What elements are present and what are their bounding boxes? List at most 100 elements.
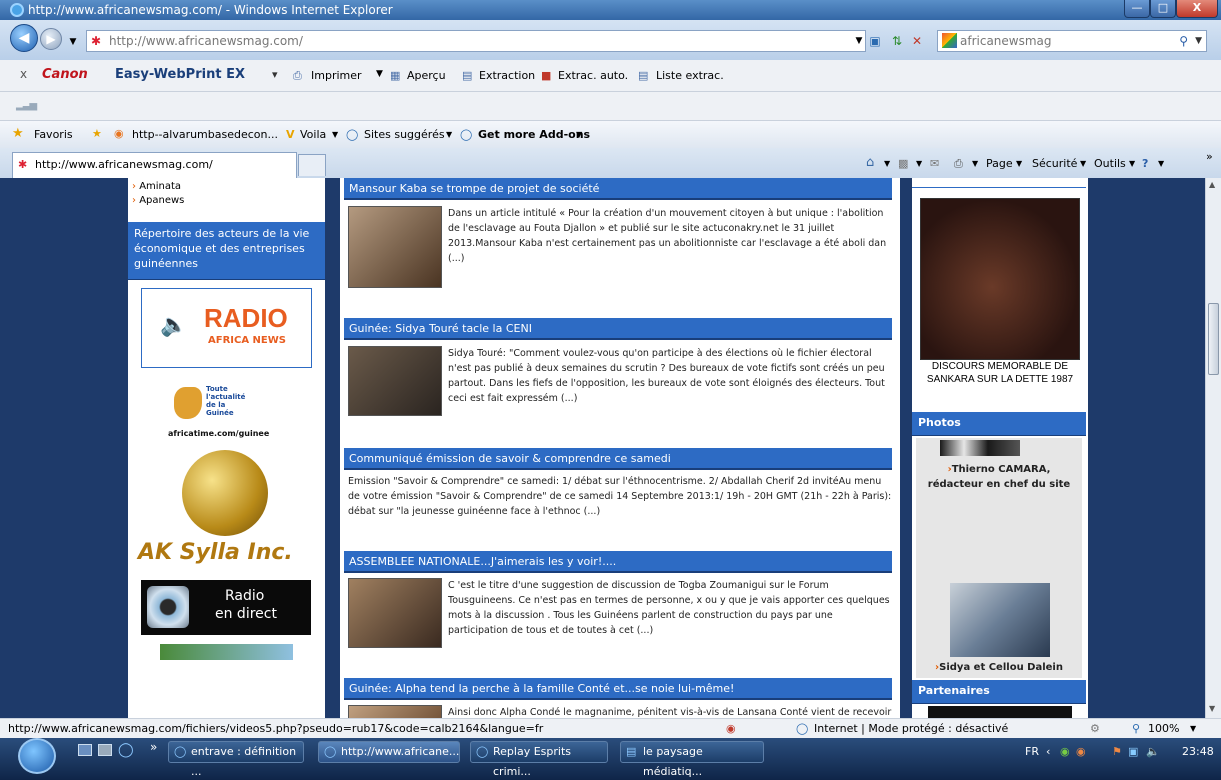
refresh-icon[interactable]: ⇅ xyxy=(888,32,906,50)
tools-menu[interactable]: Outils xyxy=(1094,157,1126,170)
sidebar-link-apanews[interactable]: › Apanews xyxy=(132,194,184,208)
scroll-up-icon[interactable]: ▲ xyxy=(1209,180,1215,189)
search-dropdown-icon[interactable]: ▼ xyxy=(1195,31,1202,51)
tools-dropdown-icon[interactable]: ▼ xyxy=(1129,159,1135,168)
close-toolbar-button[interactable]: x xyxy=(20,67,27,81)
page-dropdown-icon[interactable]: ▼ xyxy=(1016,159,1022,168)
addons-dropdown-icon[interactable]: ▼ xyxy=(576,130,582,139)
help-dropdown-icon[interactable]: ▼ xyxy=(1158,159,1164,168)
maximize-button[interactable]: □ xyxy=(1150,0,1176,18)
chevron-down-icon[interactable]: ▾ xyxy=(272,68,278,81)
article-thumbnail[interactable] xyxy=(348,206,442,288)
recent-pages-dropdown-icon[interactable]: ▼ xyxy=(64,33,82,51)
extraction-button[interactable]: Extraction xyxy=(479,69,535,82)
favorites-star-icon[interactable]: ★ xyxy=(12,126,24,141)
radio-direct-banner[interactable]: Radio en direct xyxy=(141,580,311,635)
article-thumbnail[interactable] xyxy=(348,346,442,416)
article-title-communique[interactable]: Communiqué émission de savoir & comprend… xyxy=(344,448,892,470)
article-title-alpha-conte[interactable]: Guinée: Alpha tend la perche à la famill… xyxy=(344,678,892,700)
tab-africanewsmag[interactable]: ✱ http://www.africanewsmag.com/ xyxy=(12,152,297,178)
partner-banner[interactable] xyxy=(928,706,1072,718)
new-tab-button[interactable] xyxy=(298,154,326,176)
print-dropdown-icon[interactable]: ▼ xyxy=(376,69,383,79)
help-icon[interactable]: ? xyxy=(1142,157,1148,170)
ak-sylla-banner[interactable]: AK Sylla Inc. xyxy=(138,540,293,565)
speaker-icon: 🔈 xyxy=(160,313,188,338)
repertoire-link[interactable]: Répertoire des acteurs de la vie économi… xyxy=(128,222,325,280)
photo1-caption[interactable]: ›Thierno CAMARA, rédacteur en chef du si… xyxy=(920,462,1078,492)
page-menu[interactable]: Page xyxy=(986,157,1013,170)
easy-webprint-menu[interactable]: Easy-WebPrint EX xyxy=(115,67,245,82)
security-dropdown-icon[interactable]: ▼ xyxy=(1080,159,1086,168)
photo2-caption[interactable]: ›Sidya et Cellou Dalein xyxy=(916,662,1082,673)
taskbar-item-entrave[interactable]: ◯ entrave : définition ... xyxy=(168,741,304,778)
preview-button[interactable]: Aperçu xyxy=(407,69,446,82)
favorites-button[interactable]: Favoris xyxy=(34,128,73,141)
print-icon[interactable]: ⎙ xyxy=(954,157,963,171)
print-dropdown-icon-cmd[interactable]: ▼ xyxy=(972,159,978,168)
zoom-level[interactable]: 100% xyxy=(1148,722,1179,735)
search-input[interactable]: africanewsmag ⚲ ▼ xyxy=(937,30,1207,52)
feeds-dropdown-icon[interactable]: ▼ xyxy=(916,159,922,168)
article-title-assemblee-nationale[interactable]: ASSEMBLEE NATIONALE...J'aimerais les y v… xyxy=(344,551,892,573)
more-tools-chevron-icon[interactable]: » xyxy=(1206,150,1213,163)
switch-windows-icon[interactable] xyxy=(98,744,112,756)
get-addons-link[interactable]: Get more Add-ons xyxy=(478,128,590,141)
search-icon[interactable]: ⚲ xyxy=(1179,31,1188,51)
suggested-dropdown-icon[interactable]: ▼ xyxy=(446,130,452,139)
extraction-list-button[interactable]: Liste extrac. xyxy=(656,69,724,82)
auto-extraction-button[interactable]: Extrac. auto. xyxy=(558,69,628,82)
add-favorite-icon[interactable]: ★ xyxy=(92,127,102,140)
scroll-down-icon[interactable]: ▼ xyxy=(1209,704,1215,713)
stop-icon[interactable]: ✕ xyxy=(908,32,926,50)
back-button[interactable]: ◀ xyxy=(10,24,38,52)
sankara-video-thumbnail[interactable] xyxy=(920,198,1080,360)
vertical-scrollbar[interactable]: ▲ ▼ xyxy=(1205,178,1221,718)
security-zone-label[interactable]: Internet | Mode protégé : désactivé xyxy=(814,722,1008,735)
clock[interactable]: 23:48 xyxy=(1182,745,1214,758)
radio-africa-news-banner[interactable]: 🔈 RADIO AFRICA NEWS xyxy=(141,288,312,368)
minimize-button[interactable]: — xyxy=(1124,0,1150,18)
home-dropdown-icon[interactable]: ▼ xyxy=(884,159,890,168)
article-title-mansour-kaba[interactable]: Mansour Kaba se trompe de projet de soci… xyxy=(344,178,892,200)
address-bar[interactable]: ✱ http://www.africanewsmag.com/ xyxy=(86,30,866,52)
taskbar-item-paysage[interactable]: ▤ le paysage médiatiq... xyxy=(620,741,764,778)
security-menu[interactable]: Sécurité xyxy=(1032,157,1077,170)
home-icon[interactable]: ⌂ xyxy=(866,155,874,170)
taskbar-item-africanewsmag[interactable]: ◯ http://www.africane... xyxy=(318,741,460,763)
start-button[interactable] xyxy=(18,738,56,774)
tray-app2-icon[interactable]: ◉ xyxy=(1076,745,1086,758)
show-desktop-icon[interactable] xyxy=(78,744,92,756)
africatime-banner[interactable]: Toute l'actualité de la Guinée africatime.c… xyxy=(168,383,288,443)
voila-dropdown-icon[interactable]: ▼ xyxy=(332,130,338,139)
sidebar-link-aminata[interactable]: › Aminata xyxy=(132,180,184,194)
mail-icon[interactable]: ✉ xyxy=(930,157,939,170)
scrollbar-thumb[interactable] xyxy=(1208,303,1219,375)
zoom-dropdown-icon[interactable]: ▼ xyxy=(1190,724,1196,733)
voila-link[interactable]: Voila xyxy=(300,128,326,141)
tray-flag-icon[interactable]: ⚑ xyxy=(1112,745,1122,758)
article-thumbnail[interactable] xyxy=(348,578,442,648)
suggested-sites-link[interactable]: Sites suggérés xyxy=(364,128,445,141)
sankara-caption[interactable]: DISCOURS MEMORABLE DE SANKARA SUR LA DET… xyxy=(918,360,1082,386)
tray-app-icon[interactable]: ◉ xyxy=(1060,745,1070,758)
article-title-sidya-toure[interactable]: Guinée: Sidya Touré tacle la CENI xyxy=(344,318,892,340)
close-button[interactable]: X xyxy=(1176,0,1218,18)
status-settings-icon[interactable]: ⚙ xyxy=(1090,722,1100,735)
article-thumbnail[interactable] xyxy=(348,705,442,718)
network-icon[interactable]: ▣ xyxy=(1128,745,1138,758)
forward-button[interactable]: ▶ xyxy=(40,28,62,50)
volume-icon[interactable]: 🔈 xyxy=(1146,745,1160,758)
language-indicator[interactable]: FR xyxy=(1025,745,1039,758)
status-bar: http://www.africanewsmag.com/fichiers/vi… xyxy=(0,718,1221,738)
taskbar-item-replay[interactable]: ◯ Replay Esprits crimi... xyxy=(470,741,608,778)
print-button[interactable]: Imprimer xyxy=(311,69,362,82)
quicklaunch-overflow-icon[interactable]: » xyxy=(150,740,157,754)
photo-sidya-cellou[interactable] xyxy=(950,583,1050,657)
compatibility-icon[interactable]: ▣ xyxy=(866,32,884,50)
small-banner[interactable] xyxy=(160,644,293,660)
favorite-link-alvarumba[interactable]: http--alvarumbasedecon... xyxy=(132,128,278,141)
tray-expand-icon[interactable]: ‹ xyxy=(1046,745,1050,758)
ie-quicklaunch-icon[interactable]: ◯ xyxy=(118,742,134,758)
feeds-icon[interactable]: ▩ xyxy=(898,157,908,170)
